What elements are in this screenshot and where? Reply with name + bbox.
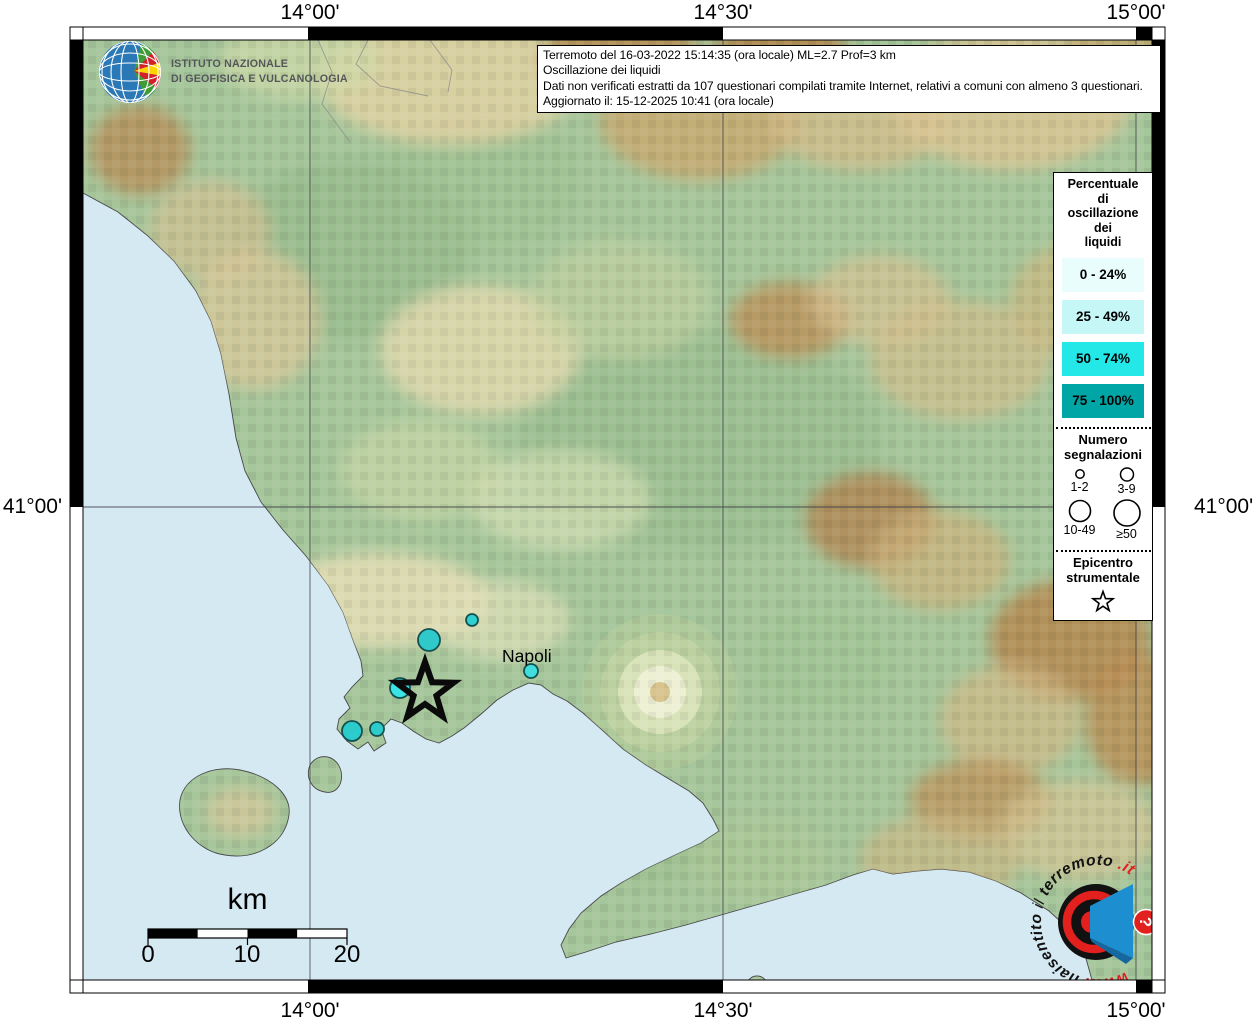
report-dot xyxy=(418,629,440,651)
legend-class-0-24: 0 - 24% xyxy=(1062,258,1144,292)
scale-tick-10: 10 xyxy=(225,941,269,969)
count-circle-medium-icon xyxy=(1118,466,1136,482)
legend-counts-title: Numero segnalazioni xyxy=(1064,432,1142,462)
count-class-10-49: 10-49 xyxy=(1058,498,1102,541)
event-info-box: Terremoto del 16-03-2022 15:14:35 (ora l… xyxy=(537,45,1161,113)
ingv-line1: ISTITUTO NAZIONALE xyxy=(171,57,348,72)
scale-tick-0: 0 xyxy=(126,941,170,969)
legend-epicenter-title: Epicentro strumentale xyxy=(1066,555,1140,585)
count-circle-large-icon xyxy=(1067,498,1093,523)
count-class-1-2: 1-2 xyxy=(1058,466,1102,496)
legend-count-classes: 1-2 3-9 10-49 ≥50 xyxy=(1056,464,1150,541)
count-class-3-9: 3-9 xyxy=(1105,466,1149,496)
axis-right-41-00: 41°00' xyxy=(1194,495,1256,519)
legend-class-50-74: 50 - 74% xyxy=(1062,342,1144,376)
legend-title: Percentuale di oscillazione dei liquidi xyxy=(1068,177,1139,250)
event-updated: Aggiornato il: 15-12-2025 10:41 (ora loc… xyxy=(543,94,1155,109)
map-figure: www. haisentito il terremoto .it ? 14° xyxy=(0,0,1256,1024)
legend-separator xyxy=(1056,427,1151,429)
ingv-logo: ISTITUTO NAZIONALE DI GEOFISICA E VULCAN… xyxy=(98,40,353,104)
legend-separator xyxy=(1056,550,1151,552)
map-content: www. haisentito il terremoto .it ? xyxy=(83,15,1200,993)
axis-top-15-00: 15°00' xyxy=(1106,1,1165,25)
count-circle-small-icon xyxy=(1073,466,1087,480)
legend-class-75-100: 75 - 100% xyxy=(1062,384,1144,418)
epicenter-star-icon xyxy=(1090,588,1116,614)
axis-bottom-14-00: 14°00' xyxy=(280,999,339,1023)
axis-bottom-15-00: 15°00' xyxy=(1106,999,1165,1023)
ingv-globe-icon xyxy=(98,40,162,104)
scale-tick-20: 20 xyxy=(325,941,369,969)
ingv-wordmark: ISTITUTO NAZIONALE DI GEOFISICA E VULCAN… xyxy=(171,57,348,87)
report-dot xyxy=(342,721,362,741)
legend-class-25-49: 25 - 49% xyxy=(1062,300,1144,334)
axis-top-14-00: 14°00' xyxy=(280,1,339,25)
scale-bar-unit: km xyxy=(200,883,295,917)
axis-bottom-14-30: 14°30' xyxy=(693,999,752,1023)
axis-top-14-30: 14°30' xyxy=(693,1,752,25)
city-label-napoli: Napoli xyxy=(502,646,552,667)
report-dot xyxy=(466,614,478,626)
count-circle-xlarge-icon xyxy=(1112,498,1142,527)
event-title: Terremoto del 16-03-2022 15:14:35 (ora l… xyxy=(543,48,1155,63)
event-effect: Oscillazione dei liquidi xyxy=(543,63,1155,78)
count-class-50plus: ≥50 xyxy=(1105,498,1149,541)
axis-left-41-00: 41°00' xyxy=(0,495,62,519)
ingv-line2: DI GEOFISICA E VULCANOLOGIA xyxy=(171,72,348,87)
legend: Percentuale di oscillazione dei liquidi … xyxy=(1053,172,1153,621)
report-dot xyxy=(370,722,384,736)
event-source: Dati non verificati estratti da 107 ques… xyxy=(543,79,1155,94)
